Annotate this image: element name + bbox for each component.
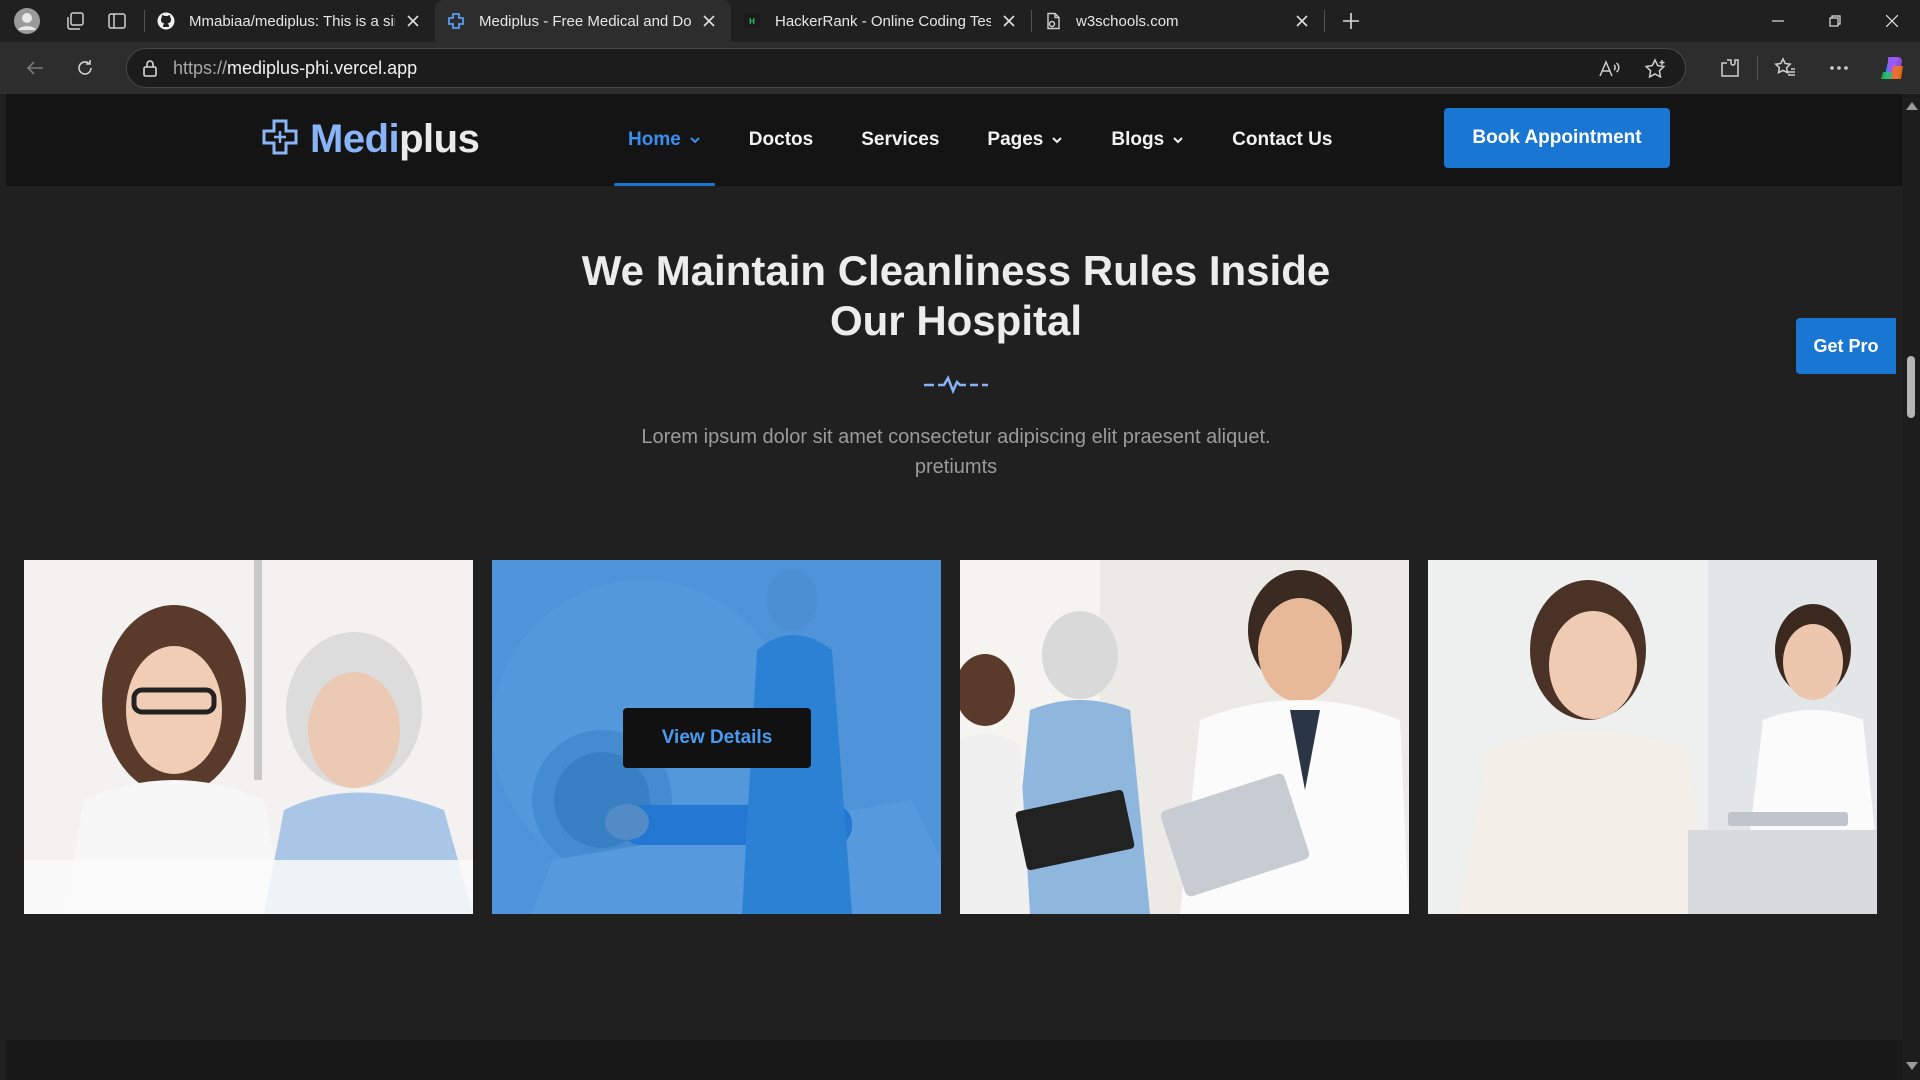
section-title-line: Our Hospital bbox=[829, 297, 1083, 344]
tab-title: w3schools.com bbox=[1076, 12, 1179, 30]
hackerrank-icon: H bbox=[743, 12, 761, 30]
description-line: pretiumts bbox=[914, 456, 998, 478]
url-protocol: https:// bbox=[173, 57, 228, 78]
doctor-patient-photo bbox=[24, 560, 473, 914]
description-line: Lorem ipsum dolor sit amet consectetur a… bbox=[641, 426, 1271, 448]
view-details-button[interactable]: View Details bbox=[623, 708, 811, 768]
site-header: Mediplus Home Doctos Services Pages Blog… bbox=[6, 94, 1902, 186]
section-title: We Maintain Cleanliness Rules Inside Our… bbox=[506, 246, 1406, 346]
gallery: View Details bbox=[24, 560, 1880, 914]
gallery-card[interactable] bbox=[1428, 560, 1877, 914]
site-logo[interactable]: Mediplus bbox=[260, 114, 480, 164]
favorites-icon[interactable] bbox=[1758, 42, 1812, 94]
mediplus-cross-icon bbox=[447, 12, 465, 30]
nav-item-contact-us[interactable]: Contact Us bbox=[1218, 94, 1346, 186]
read-aloud-icon[interactable] bbox=[1589, 59, 1629, 79]
section-description: Lorem ipsum dolor sit amet consectetur a… bbox=[596, 422, 1316, 482]
favorite-star-icon[interactable] bbox=[1635, 58, 1675, 80]
github-icon bbox=[157, 12, 175, 30]
gallery-card-hovered[interactable]: View Details bbox=[492, 560, 941, 914]
book-appointment-button[interactable]: Book Appointment bbox=[1444, 108, 1670, 168]
chevron-down-icon bbox=[1051, 136, 1063, 144]
restore-icon[interactable] bbox=[1806, 0, 1863, 42]
tab-mediplus[interactable]: Mediplus - Free Medical and Doct bbox=[435, 0, 731, 42]
tab-github[interactable]: Mmabiaa/mediplus: This is a simp bbox=[145, 0, 435, 42]
nav-item-pages[interactable]: Pages bbox=[973, 94, 1077, 186]
workspaces-icon[interactable] bbox=[54, 0, 96, 42]
next-section-strip bbox=[6, 1040, 1902, 1080]
new-tab-plus-icon[interactable] bbox=[1329, 0, 1373, 42]
gallery-card[interactable] bbox=[960, 560, 1409, 914]
tab-close-icon[interactable] bbox=[999, 11, 1019, 31]
get-pro-button[interactable]: Get Pro bbox=[1796, 318, 1896, 374]
scrollbar-thumb[interactable] bbox=[1907, 356, 1915, 418]
tab-close-icon[interactable] bbox=[699, 11, 719, 31]
heartbeat-divider-icon bbox=[924, 375, 988, 395]
section-title-line: We Maintain Cleanliness Rules Inside bbox=[581, 247, 1331, 294]
page-viewport: Mediplus Home Doctos Services Pages Blog… bbox=[6, 94, 1902, 1080]
scroll-down-arrow-icon[interactable] bbox=[1906, 1062, 1918, 1070]
tab-title: Mmabiaa/mediplus: This is a simp bbox=[189, 12, 395, 30]
nav-label: Doctos bbox=[748, 129, 814, 150]
scroll-up-arrow-icon[interactable] bbox=[1906, 102, 1918, 110]
nav-label: Blogs bbox=[1111, 129, 1165, 150]
tab-hackerrank[interactable]: H HackerRank - Online Coding Test bbox=[731, 0, 1031, 42]
copilot-icon[interactable] bbox=[1866, 42, 1920, 94]
nav-item-home[interactable]: Home bbox=[614, 94, 715, 186]
more-menu-icon[interactable] bbox=[1812, 42, 1866, 94]
url-host: mediplus-phi.vercel.app bbox=[227, 57, 418, 78]
vertical-tabs-icon[interactable] bbox=[96, 0, 138, 42]
nav-item-services[interactable]: Services bbox=[847, 94, 953, 186]
tab-w3schools[interactable]: w3schools.com bbox=[1032, 0, 1324, 42]
window-controls bbox=[1749, 0, 1920, 42]
svg-text:H: H bbox=[749, 17, 755, 26]
back-arrow-icon[interactable] bbox=[10, 46, 60, 90]
tab-title: HackerRank - Online Coding Test bbox=[775, 12, 991, 30]
lock-icon[interactable] bbox=[127, 59, 173, 77]
nav-label: Contact Us bbox=[1232, 129, 1333, 150]
nav-label: Services bbox=[861, 129, 940, 150]
gallery-card[interactable] bbox=[24, 560, 473, 914]
chevron-down-icon bbox=[689, 136, 701, 144]
doctors-team-photo bbox=[960, 560, 1409, 914]
window-close-icon[interactable] bbox=[1863, 0, 1920, 42]
page-scrollbar[interactable] bbox=[1902, 94, 1920, 1080]
browser-tab-bar: Mmabiaa/mediplus: This is a simp Mediplu… bbox=[0, 0, 1920, 42]
profile-avatar-icon[interactable] bbox=[0, 0, 54, 42]
minimize-icon[interactable] bbox=[1749, 0, 1806, 42]
logo-text: Mediplus bbox=[310, 116, 480, 161]
extensions-icon[interactable] bbox=[1703, 42, 1757, 94]
main-nav: Home Doctos Services Pages Blogs Contact… bbox=[614, 94, 1366, 186]
page-icon bbox=[1044, 12, 1062, 30]
tab-close-icon[interactable] bbox=[403, 11, 423, 31]
chevron-down-icon bbox=[1172, 136, 1184, 144]
nav-item-blogs[interactable]: Blogs bbox=[1097, 94, 1198, 186]
smiling-doctors-photo bbox=[1428, 560, 1877, 914]
address-field[interactable]: https://mediplus-phi.vercel.app bbox=[126, 48, 1686, 88]
nav-label: Home bbox=[628, 129, 681, 150]
tab-title: Mediplus - Free Medical and Doct bbox=[479, 12, 691, 30]
nav-label: Pages bbox=[987, 129, 1044, 150]
browser-address-bar: https://mediplus-phi.vercel.app bbox=[0, 42, 1920, 94]
url-text: https://mediplus-phi.vercel.app bbox=[173, 58, 417, 79]
tab-separator bbox=[1324, 10, 1325, 32]
mediplus-cross-icon bbox=[260, 117, 300, 162]
tab-close-icon[interactable] bbox=[1292, 11, 1312, 31]
nav-item-doctos[interactable]: Doctos bbox=[735, 94, 827, 186]
refresh-icon[interactable] bbox=[60, 46, 110, 90]
